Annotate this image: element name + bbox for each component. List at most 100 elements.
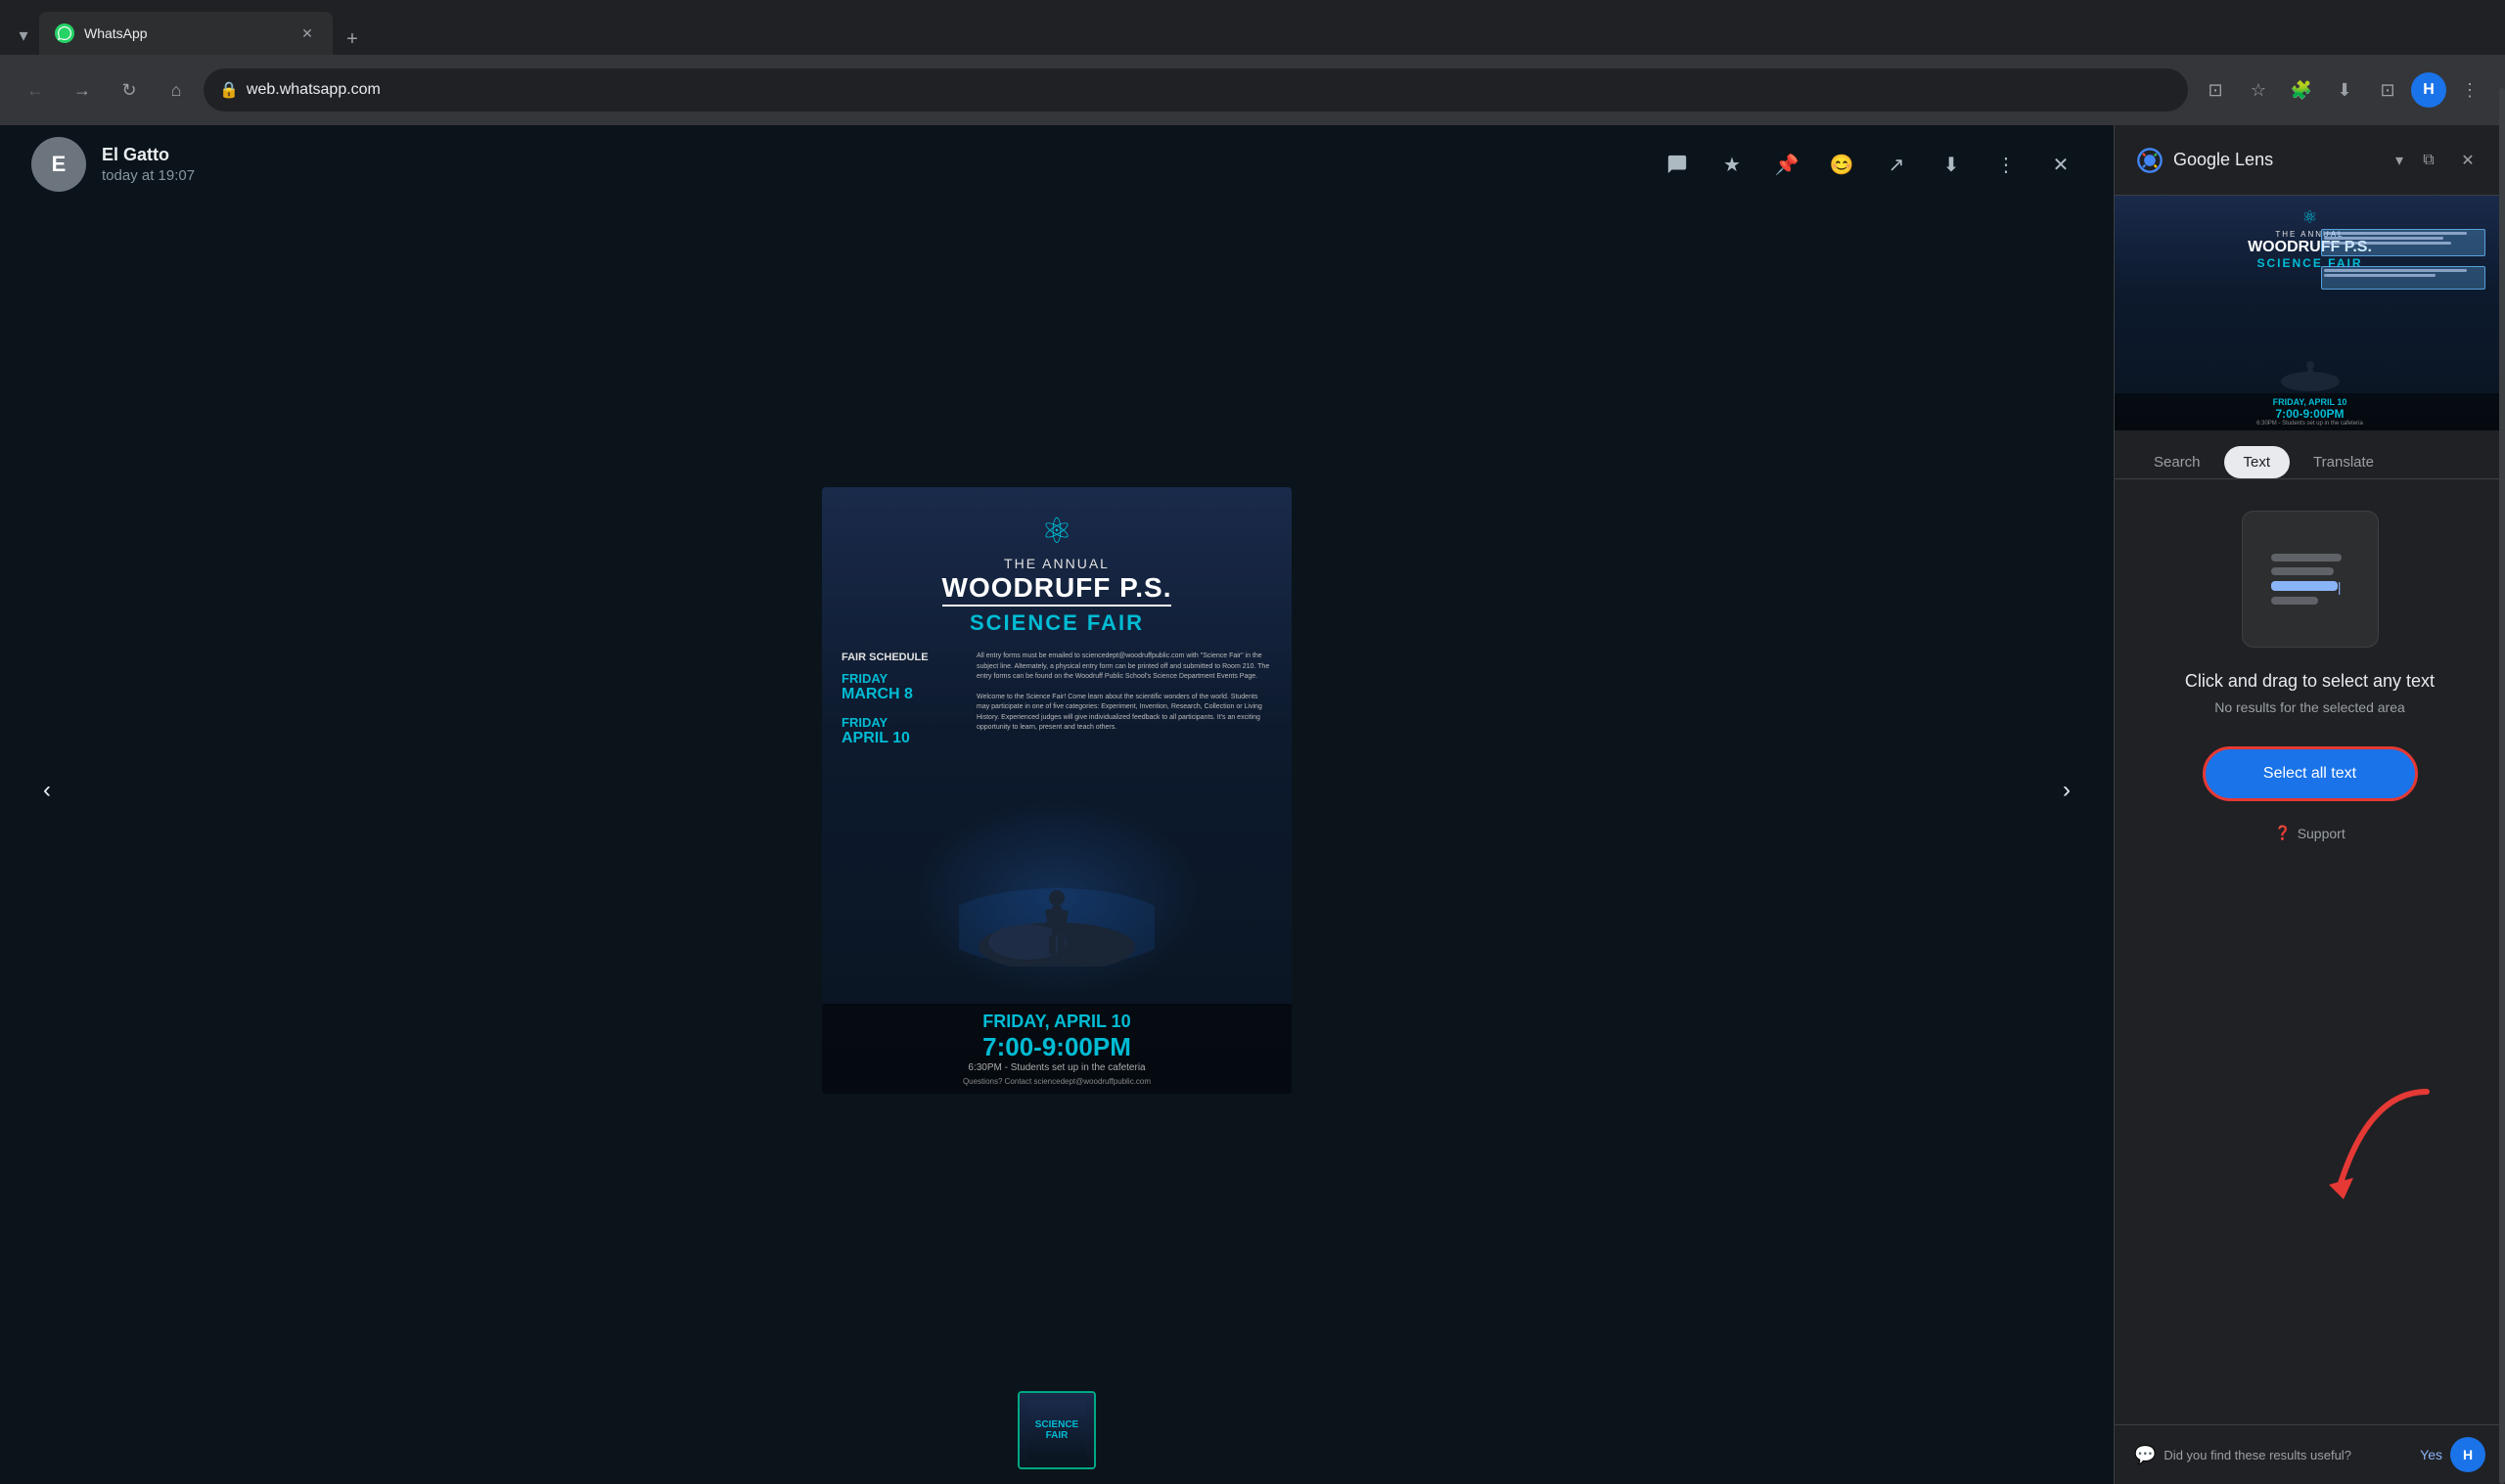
home-button[interactable]: ⌂ xyxy=(157,70,196,110)
tab-bar: ▾ WhatsApp ✕ + xyxy=(0,0,2505,55)
lens-external-button[interactable]: ⧉ xyxy=(2411,143,2446,178)
speech-bubble-button[interactable] xyxy=(1656,143,1699,186)
menu-button[interactable]: ⋮ xyxy=(2450,70,2489,110)
security-icon: 🔒 xyxy=(219,80,239,100)
sender-time: today at 19:07 xyxy=(102,167,1640,184)
bookmark-button[interactable]: ☆ xyxy=(2239,70,2278,110)
lens-tabs: Search Text Translate xyxy=(2115,430,2505,479)
feedback-yes-button[interactable]: Yes xyxy=(2420,1447,2442,1462)
share-button[interactable]: ↗ xyxy=(1875,143,1918,186)
text-extract-illustration xyxy=(2242,511,2379,648)
more-button[interactable]: ⋮ xyxy=(1984,143,2027,186)
poster-big-date: FRIDAY, APRIL 10 xyxy=(838,1012,1276,1032)
tab-text[interactable]: Text xyxy=(2224,446,2291,478)
downloads-button[interactable]: ⬇ xyxy=(2325,70,2364,110)
forward-button[interactable]: → xyxy=(63,70,102,110)
star-button[interactable]: ★ xyxy=(1710,143,1754,186)
poster-science-icon: ⚛ xyxy=(1041,511,1072,552)
tab-whatsapp[interactable]: WhatsApp ✕ xyxy=(39,12,333,55)
lens-image-preview: ⚛ THE ANNUAL WOODRUFF P.S. SCIENCE FAIR xyxy=(2115,196,2505,430)
lens-title: Google Lens xyxy=(2173,150,2388,170)
thumbnail-inner-1: SCIENCE FAIR xyxy=(1020,1393,1094,1467)
feedback-icon: 💬 xyxy=(2134,1445,2156,1465)
reload-button[interactable]: ↻ xyxy=(110,70,149,110)
close-button[interactable]: ✕ xyxy=(2039,143,2082,186)
image-viewer-main: ‹ ⚛ THE ANNUAL WOODRUFF P.S. SCIENCE FAI… xyxy=(0,203,2114,1376)
address-bar[interactable]: 🔒 web.whatsapp.com xyxy=(204,68,2188,112)
lens-sub-instruction: No results for the selected area xyxy=(2214,699,2405,715)
feedback-text: Did you find these results useful? xyxy=(2163,1448,2412,1462)
text-line-2 xyxy=(2271,567,2334,575)
poster-bottom-section: FRIDAY, APRIL 10 7:00-9:00PM 6:30PM - St… xyxy=(822,1004,1292,1094)
profile-button[interactable]: H xyxy=(2411,72,2446,108)
feedback-profile-badge: H xyxy=(2450,1437,2485,1472)
text-line-1 xyxy=(2271,554,2342,562)
poster-contact: Questions? Contact sciencedept@woodruffp… xyxy=(838,1077,1276,1086)
poster-text-1: All entry forms must be emailed to scien… xyxy=(977,652,1272,683)
preview-big-date: FRIDAY, APRIL 10 xyxy=(2118,397,2501,407)
browser-toolbar: ← → ↻ ⌂ 🔒 web.whatsapp.com ⊡ ☆ 🧩 ⬇ ⊡ H ⋮ xyxy=(0,55,2505,125)
lens-highlight-2 xyxy=(2321,266,2485,290)
google-lens-panel: Google Lens ▾ ⧉ ✕ ⚛ THE ANNUAL WOODRUFF … xyxy=(2114,125,2505,1484)
tab-list-button[interactable]: ▾ xyxy=(19,25,27,46)
tab-translate[interactable]: Translate xyxy=(2294,446,2393,478)
tab-close-button[interactable]: ✕ xyxy=(297,23,317,43)
lens-preview-image: ⚛ THE ANNUAL WOODRUFF P.S. SCIENCE FAIR xyxy=(2115,196,2505,430)
select-all-button[interactable]: Select all text xyxy=(2203,746,2418,801)
poster-annual-text: THE ANNUAL xyxy=(1004,556,1110,571)
emoji-button[interactable]: 😊 xyxy=(1820,143,1863,186)
poster-date-2: FRIDAY APRIL 10 xyxy=(842,715,969,747)
nav-arrow-right[interactable]: › xyxy=(2039,763,2094,818)
toolbar-actions: ⊡ ☆ 🧩 ⬇ ⊡ H ⋮ xyxy=(2196,70,2489,110)
lens-close-button[interactable]: ✕ xyxy=(2450,143,2485,178)
poster-day-2: FRIDAY xyxy=(842,715,969,730)
nav-arrow-left[interactable]: ‹ xyxy=(20,763,74,818)
content-area: E El Gatto today at 19:07 ★ 📌 😊 ↗ ⬇ xyxy=(0,125,2505,1484)
zoom-button[interactable]: ⊡ xyxy=(2368,70,2407,110)
header-actions: ★ 📌 😊 ↗ ⬇ ⋮ ✕ xyxy=(1656,143,2082,186)
tab-list-spacer: ▾ xyxy=(8,16,39,55)
poster-date-val-2: APRIL 10 xyxy=(842,730,969,747)
poster-event-name: SCIENCE FAIR xyxy=(970,610,1144,636)
science-fair-poster: ⚛ THE ANNUAL WOODRUFF P.S. SCIENCE FAIR … xyxy=(822,487,1292,1094)
sender-info: El Gatto today at 19:07 xyxy=(102,145,1640,184)
preview-setup: 6:30PM - Students set up in the cafeteri… xyxy=(2118,421,2501,427)
tab-title: WhatsApp xyxy=(84,25,288,41)
preview-bottom: FRIDAY, APRIL 10 7:00-9:00PM 6:30PM - St… xyxy=(2115,393,2505,430)
support-label: Support xyxy=(2298,826,2346,841)
lens-instruction: Click and drag to select any text xyxy=(2185,671,2435,692)
back-button[interactable]: ← xyxy=(16,70,55,110)
tab-search[interactable]: Search xyxy=(2134,446,2220,478)
text-line-selected xyxy=(2271,581,2338,591)
avatar: E xyxy=(31,137,86,192)
scrollbar[interactable] xyxy=(2499,88,2505,1484)
url-display: web.whatsapp.com xyxy=(247,81,2172,99)
thumbnail-1[interactable]: SCIENCE FAIR xyxy=(1018,1391,1096,1469)
red-arrow-container xyxy=(2309,1072,2466,1229)
download-button[interactable]: ⬇ xyxy=(1930,143,1973,186)
support-link[interactable]: ❓ Support xyxy=(2274,825,2345,841)
poster-text-2: Welcome to the Science Fair! Come learn … xyxy=(977,693,1272,734)
image-thumbnails: SCIENCE FAIR xyxy=(0,1376,2114,1484)
extensions-button[interactable]: 🧩 xyxy=(2282,70,2321,110)
whatsapp-area: E El Gatto today at 19:07 ★ 📌 😊 ↗ ⬇ xyxy=(0,125,2114,1484)
poster-day-1: FRIDAY xyxy=(842,671,969,686)
image-viewer: E El Gatto today at 19:07 ★ 📌 😊 ↗ ⬇ xyxy=(0,125,2114,1484)
support-icon: ❓ xyxy=(2274,825,2291,841)
poster-schedule-title: FAIR SCHEDULE xyxy=(842,652,969,663)
new-tab-button[interactable]: + xyxy=(337,23,368,55)
lens-header: Google Lens ▾ ⧉ ✕ xyxy=(2115,125,2505,196)
poster-schedule-area: FAIR SCHEDULE FRIDAY MARCH 8 FRIDAY APRI… xyxy=(842,652,1272,759)
lens-dropdown-button[interactable]: ▾ xyxy=(2395,151,2403,170)
lens-header-icons: ⧉ ✕ xyxy=(2411,143,2485,178)
cast-button[interactable]: ⊡ xyxy=(2196,70,2235,110)
lens-content: Click and drag to select any text No res… xyxy=(2115,479,2505,1424)
whatsapp-favicon xyxy=(55,23,74,43)
sender-name: El Gatto xyxy=(102,145,1640,165)
browser-frame: ▾ WhatsApp ✕ + ← → ↻ ⌂ 🔒 web.whatsapp.co… xyxy=(0,0,2505,1484)
preview-icon: ⚛ xyxy=(2301,207,2317,228)
preview-silhouette xyxy=(2271,318,2349,401)
poster-school-name: WOODRUFF P.S. xyxy=(942,573,1172,607)
poster-date-val-1: MARCH 8 xyxy=(842,686,969,703)
pin-button[interactable]: 📌 xyxy=(1765,143,1808,186)
